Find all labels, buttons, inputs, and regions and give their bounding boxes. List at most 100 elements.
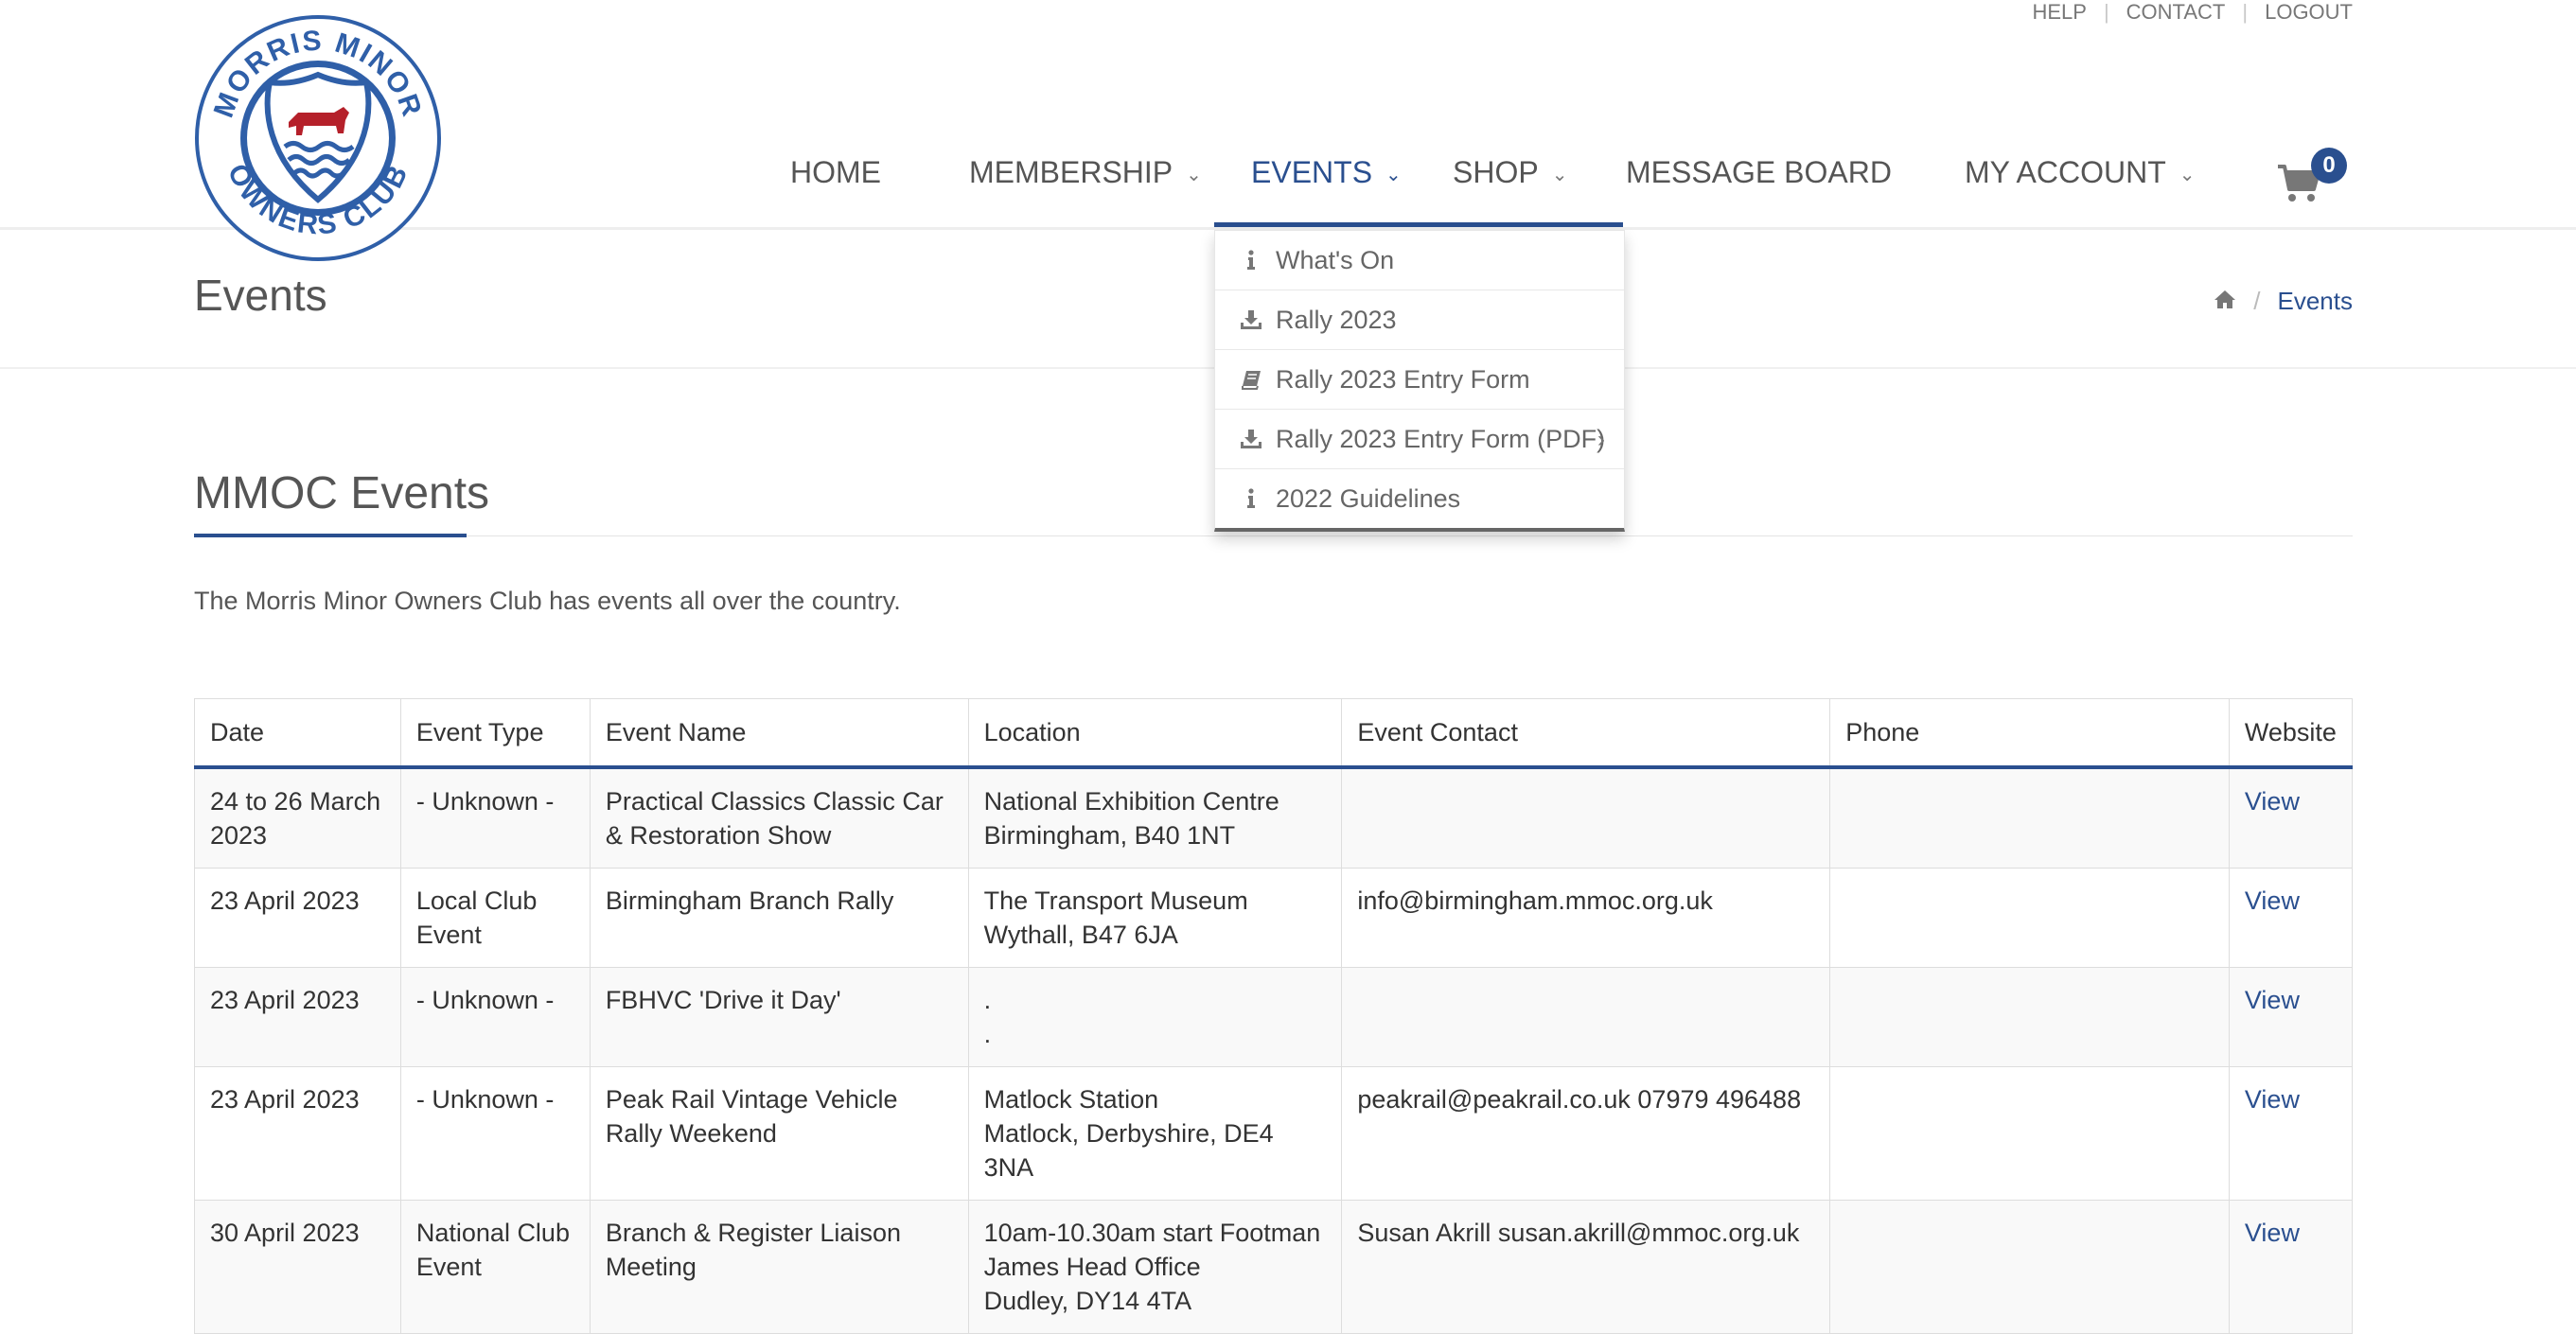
divider: | [2242,0,2249,24]
page-title: Events [194,271,327,320]
column-header-location: Location [967,698,1343,769]
cell-event-contact: peakrail@peakrail.co.uk 07979 496488 [1341,1066,1831,1201]
nav-home[interactable]: HOME [790,155,881,231]
table-row: 23 April 2023 - Unknown - Peak Rail Vint… [194,1066,2354,1201]
cell-event-name: Branch & Register Liaison Meeting [589,1200,969,1334]
nav-message-board[interactable]: MESSAGE BOARD [1626,155,1892,231]
nav-message-board-label: MESSAGE BOARD [1626,155,1892,189]
nav-shop[interactable]: SHOP ⌄ [1453,155,1567,231]
nav-home-label: HOME [790,155,881,189]
cell-website: View [2228,766,2354,869]
top-utility-links: HELP | CONTACT | LOGOUT [2032,0,2353,25]
contact-link[interactable]: CONTACT [2126,0,2226,25]
column-header-phone: Phone [1829,698,2230,769]
cell-event-contact [1341,967,1831,1067]
dropdown-item-rally-2023-entry-form[interactable]: Rally 2023 Entry Form [1215,350,1624,410]
nav-my-account-label: MY ACCOUNT [1965,155,2166,189]
cell-event-contact [1341,766,1831,869]
breadcrumb-separator: / [2253,287,2261,315]
cell-event-name: FBHVC 'Drive it Day' [589,967,969,1067]
view-website-link[interactable]: View [2245,1219,2300,1247]
chevron-down-icon: ⌄ [1551,165,1568,185]
cell-location: 10am-10.30am start Footman James Head Of… [967,1200,1343,1334]
breadcrumb: / Events [2214,287,2353,316]
cell-phone [1829,766,2230,869]
help-link[interactable]: HELP [2032,0,2086,25]
cell-event-name: Birmingham Branch Rally [589,868,969,968]
dropdown-item-label: What's On [1276,245,1395,274]
dropdown-item-rally-2023-entry-form-pdf[interactable]: Rally 2023 Entry Form (PDF) › [1215,410,1624,469]
download-icon [1240,428,1262,450]
view-website-link[interactable]: View [2245,787,2300,816]
cell-website: View [2228,967,2354,1067]
view-website-link[interactable]: View [2245,1085,2300,1114]
cell-phone [1829,1200,2230,1334]
dropdown-item-rally-2023[interactable]: Rally 2023 [1215,290,1624,350]
cell-website: View [2228,1200,2354,1334]
cell-event-type: National Club Event [399,1200,591,1334]
column-header-event-name: Event Name [589,698,969,769]
cell-date: 30 April 2023 [194,1200,401,1334]
column-header-event-contact: Event Contact [1341,698,1831,769]
dropdown-item-whats-on[interactable]: What's On [1215,231,1624,290]
breadcrumb-current: Events [2277,287,2354,315]
nav-events[interactable]: EVENTS ⌄ [1251,155,1402,231]
nav-membership-label: MEMBERSHIP [969,155,1173,189]
dropdown-item-label: Rally 2023 Entry Form [1276,364,1530,394]
cell-event-name: Practical Classics Classic Car & Restora… [589,766,969,869]
cell-website: View [2228,868,2354,968]
chevron-right-icon: › [1597,427,1605,452]
cell-date: 23 April 2023 [194,967,401,1067]
table-row: 23 April 2023 Local Club Event Birmingha… [194,868,2354,968]
section-title-underline [194,534,467,537]
cell-location: The Transport Museum Wythall, B47 6JA [967,868,1343,968]
download-icon [1240,308,1262,331]
nav-shop-label: SHOP [1453,155,1539,189]
table-row: 23 April 2023 - Unknown - FBHVC 'Drive i… [194,967,2354,1067]
logo-emblem: MORRIS MINOR OWNERS CLUB [195,15,441,261]
nav-my-account[interactable]: MY ACCOUNT ⌄ [1965,155,2196,231]
cell-event-type: - Unknown - [399,1066,591,1201]
nav-active-indicator [1214,222,1623,227]
cell-event-type: Local Club Event [399,868,591,968]
book-icon [1240,368,1262,391]
column-header-date: Date [194,698,401,769]
cell-location: . . [967,967,1343,1067]
cell-date: 23 April 2023 [194,1066,401,1201]
dropdown-item-label: Rally 2023 [1276,305,1397,334]
dropdown-item-label: 2022 Guidelines [1276,483,1461,513]
cell-phone [1829,868,2230,968]
cell-website: View [2228,1066,2354,1201]
section-title: MMOC Events [194,468,490,518]
cell-event-contact: Susan Akrill susan.akrill@mmoc.org.uk [1341,1200,1831,1334]
cell-event-contact: info@birmingham.mmoc.org.uk [1341,868,1831,968]
table-header-row: Date Event Type Event Name Location Even… [194,698,2354,769]
dropdown-item-label: Rally 2023 Entry Form (PDF) [1276,424,1606,453]
logout-link[interactable]: LOGOUT [2265,0,2353,25]
column-header-event-type: Event Type [399,698,591,769]
cell-location: Matlock Station Matlock, Derbyshire, DE4… [967,1066,1343,1201]
chevron-down-icon: ⌄ [1186,165,1202,185]
cell-phone [1829,967,2230,1067]
cell-date: 24 to 26 March 2023 [194,766,401,869]
dropdown-item-2022-guidelines[interactable]: 2022 Guidelines [1215,469,1624,528]
cell-event-name: Peak Rail Vintage Vehicle Rally Weekend [589,1066,969,1201]
chevron-down-icon: ⌄ [2179,165,2196,185]
club-logo[interactable]: MORRIS MINOR OWNERS CLUB [194,14,442,262]
cell-event-type: - Unknown - [399,766,591,869]
cell-phone [1829,1066,2230,1201]
cart-count-badge: 0 [2311,148,2347,184]
cell-location: National Exhibition Centre Birmingham, B… [967,766,1343,869]
info-icon [1240,249,1262,272]
section-divider [194,535,2353,536]
events-table: Date Event Type Event Name Location Even… [194,698,2354,1334]
info-icon [1240,487,1262,510]
divider: | [2103,0,2109,24]
cell-date: 23 April 2023 [194,868,401,968]
home-icon[interactable] [2214,287,2236,316]
view-website-link[interactable]: View [2245,886,2300,915]
column-header-website: Website [2228,698,2354,769]
nav-membership[interactable]: MEMBERSHIP ⌄ [969,155,1202,231]
chevron-down-icon: ⌄ [1385,165,1402,185]
view-website-link[interactable]: View [2245,986,2300,1014]
